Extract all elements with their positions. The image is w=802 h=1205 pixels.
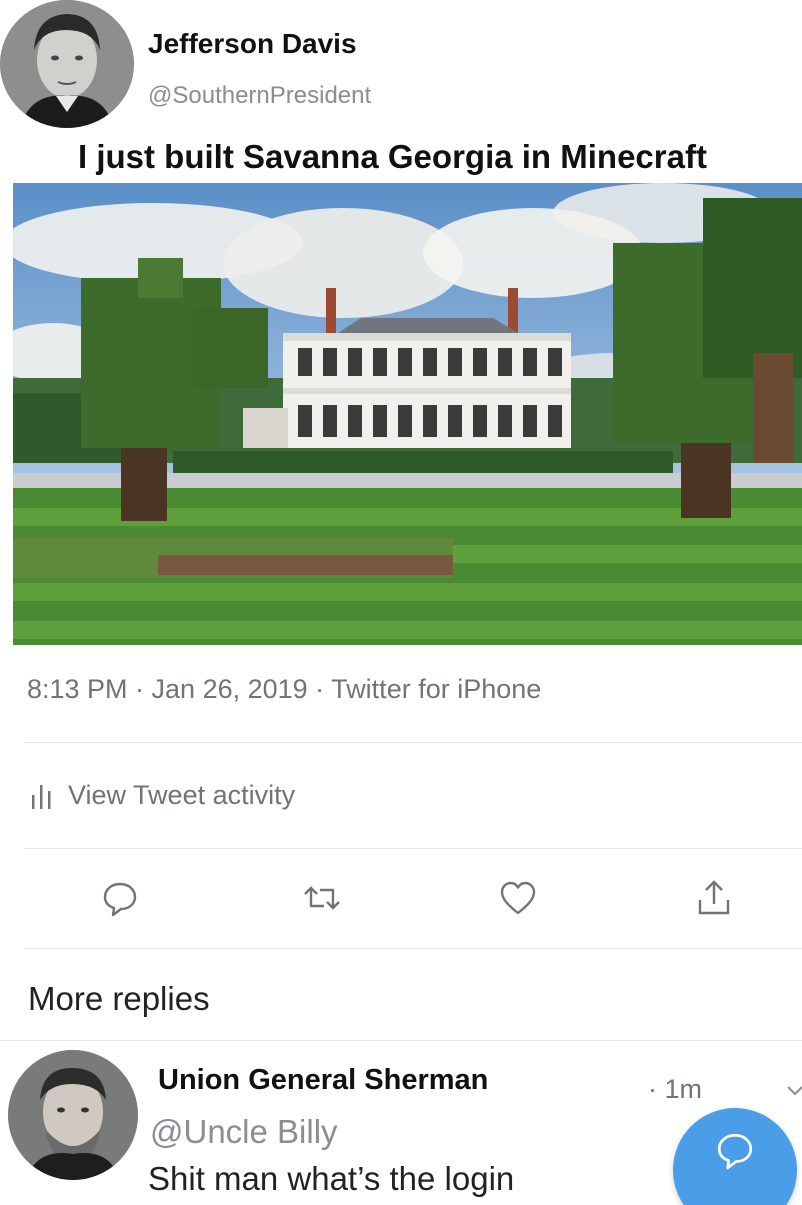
reply-author-name[interactable]: Union General Sherman [158,1064,488,1097]
author-handle[interactable]: @SouthernPresident [148,82,371,110]
retweet-icon [304,886,340,910]
bar-chart-icon [32,784,51,809]
view-tweet-activity[interactable]: View Tweet activity [30,780,295,811]
minecraft-mansion-image[interactable] [13,183,802,645]
share-icon [698,880,730,915]
reply-timestamp: · 1m [648,1074,702,1104]
reply-button[interactable] [100,878,140,918]
divider [24,948,802,949]
reply-author-avatar[interactable] [8,1050,138,1180]
chevron-down-icon[interactable] [786,1084,802,1098]
like-button[interactable] [498,878,538,918]
reply-author-handle[interactable]: @Uncle Billy [150,1113,338,1151]
author-name[interactable]: Jefferson Davis [148,28,357,60]
divider [0,1040,802,1041]
author-avatar[interactable] [0,0,134,128]
tweet-text: I just built Savanna Georgia in Minecraf… [78,138,707,175]
tweet-meta: 8:13 PM · Jan 26, 2019 · Twitter for iPh… [27,674,542,704]
chevron-down-icon[interactable] [774,0,794,6]
more-replies-heading: More replies [28,980,210,1017]
share-button[interactable] [694,878,734,918]
reply-icon [103,882,137,917]
view-tweet-activity-label: View Tweet activity [68,780,296,810]
like-icon [500,881,536,915]
compose-reply-button[interactable] [673,1108,797,1205]
divider [24,742,802,743]
reply-text: Shit man what’s the login [148,1160,515,1197]
reply-icon [717,1133,753,1170]
divider [24,848,802,849]
retweet-button[interactable] [302,878,342,918]
